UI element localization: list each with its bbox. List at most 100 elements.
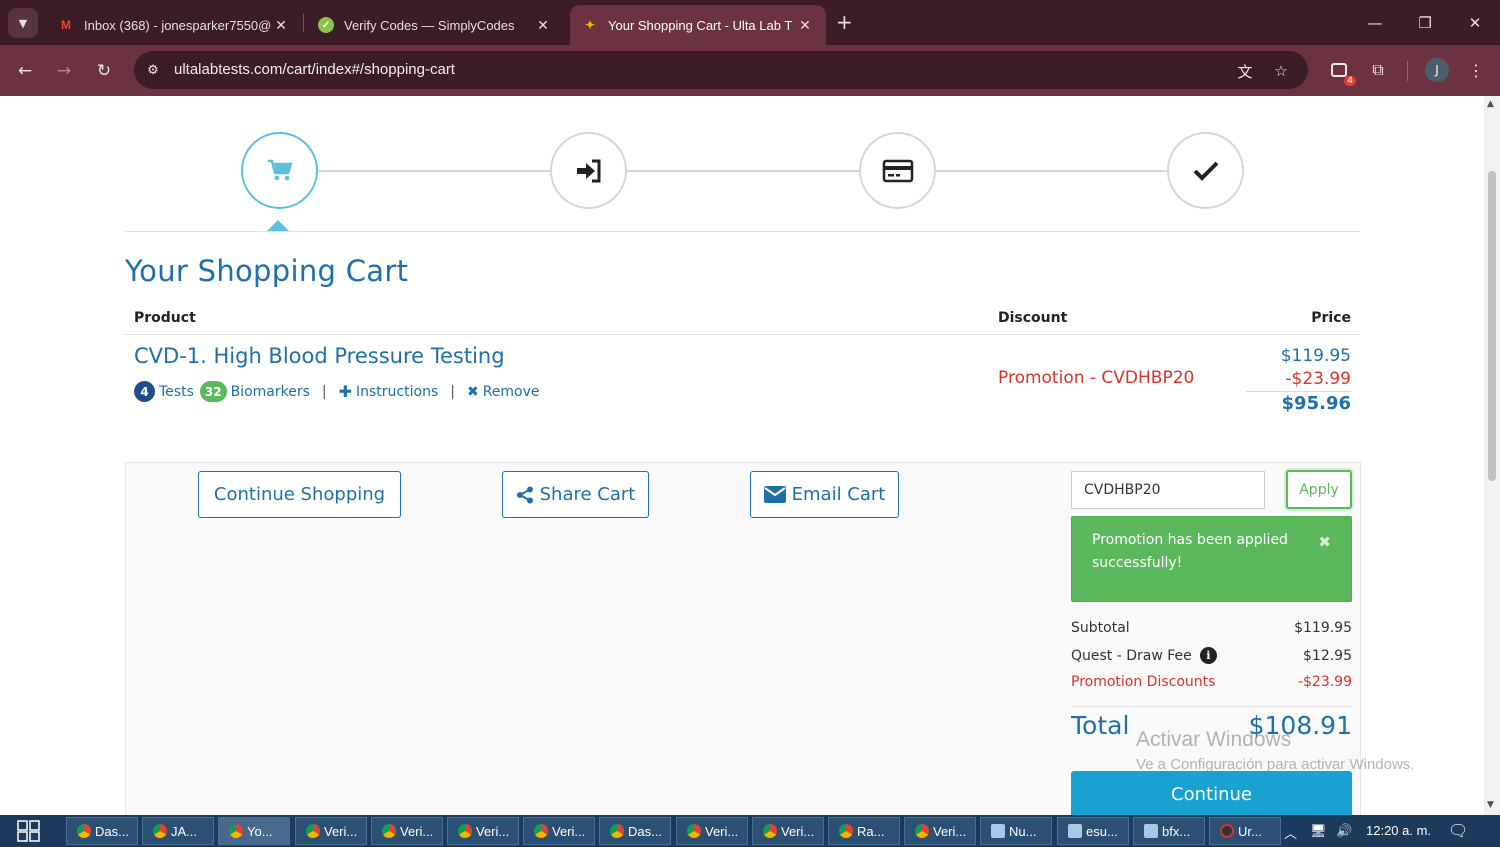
close-alert-icon[interactable]: ✖ [1318, 531, 1331, 554]
share-cart-button[interactable]: Share Cart [502, 471, 649, 518]
tab-search-dropdown-icon[interactable]: ▼ [8, 8, 38, 38]
windows-activation-watermark: Activar Windows [1136, 728, 1292, 751]
scroll-down-icon[interactable]: ▼ [1487, 800, 1494, 810]
volume-icon[interactable]: 🔊 [1336, 823, 1352, 839]
toolbar-divider [1407, 61, 1408, 81]
taskbar-button-label: Veri... [324, 823, 358, 839]
taskbar-button-label: Veri... [933, 823, 967, 839]
taskbar-button-label: Veri... [781, 823, 815, 839]
forward-icon[interactable]: → [49, 56, 79, 86]
subtotal-label: Subtotal [1071, 620, 1130, 636]
info-icon[interactable]: i [1199, 647, 1217, 664]
page-scrollbar[interactable]: ▲ ▼ [1484, 96, 1500, 815]
extensions-puzzle-icon[interactable]: ⧉ [1365, 57, 1391, 83]
close-tab-icon[interactable]: ✕ [272, 17, 290, 34]
tab-title: Inbox (368) - jonesparker7550@ [84, 17, 272, 33]
tests-count-badge: 4 [134, 381, 155, 402]
notepad-icon [1144, 824, 1158, 838]
taskbar-button-label: bfx... [1162, 823, 1191, 839]
bookmark-star-icon[interactable]: ☆ [1270, 60, 1292, 82]
clock[interactable]: 12:20 a. m. [1366, 823, 1431, 838]
extension-badge-icon[interactable]: 4 [1326, 57, 1356, 86]
tray-chevron-icon[interactable]: ︿ [1284, 823, 1297, 842]
promotion-discounts-row: Promotion Discounts -$23.99 [1071, 674, 1352, 690]
taskbar-button[interactable]: JA... [142, 817, 214, 845]
page-content: Your Shopping Cart Product Discount Pric… [0, 96, 1484, 815]
taskbar-button-label: Yo... [247, 823, 273, 839]
tab-simplycodes[interactable]: ✓ Verify Codes — SimplyCodes ✕ [306, 5, 564, 45]
taskbar-button[interactable]: Veri... [676, 817, 748, 845]
tab-gmail[interactable]: M Inbox (368) - jonesparker7550@ ✕ [46, 5, 302, 45]
chrome-icon [534, 824, 548, 838]
column-header-product: Product [134, 310, 196, 326]
address-bar[interactable]: ⚙ ultalabtests.com/cart/index#/shopping-… [134, 51, 1308, 89]
instructions-link[interactable]: ✚ Instructions [339, 382, 439, 401]
kebab-menu-icon[interactable]: ⋮ [1463, 57, 1489, 83]
restore-icon[interactable]: ❐ [1400, 0, 1450, 45]
email-cart-button[interactable]: Email Cart [750, 471, 899, 518]
browser-toolbar: ← → ↻ ⚙ ultalabtests.com/cart/index#/sho… [0, 45, 1500, 96]
biomarkers-link[interactable]: Biomarkers [231, 384, 310, 400]
apply-promo-button[interactable]: Apply [1286, 470, 1352, 509]
taskbar-button-label: Das... [628, 823, 662, 839]
taskbar-button-label: Das... [95, 823, 129, 839]
taskbar-button[interactable]: Nu... [980, 817, 1052, 845]
taskbar-button[interactable]: Veri... [523, 817, 595, 845]
taskbar-button[interactable]: Veri... [904, 817, 976, 845]
translate-icon[interactable]: 文 [1234, 60, 1256, 82]
cart-icon [267, 159, 293, 180]
scroll-up-icon[interactable]: ▲ [1487, 99, 1494, 109]
envelope-icon [763, 486, 786, 503]
profile-avatar[interactable]: J [1425, 58, 1449, 82]
continue-checkout-button[interactable]: Continue [1071, 771, 1352, 815]
new-tab-icon[interactable]: + [836, 10, 853, 34]
reload-icon[interactable]: ↻ [89, 56, 119, 86]
close-tab-icon[interactable]: ✕ [534, 17, 552, 34]
close-tab-icon[interactable]: ✕ [796, 17, 814, 34]
chrome-icon [763, 824, 777, 838]
taskbar-button[interactable]: Veri... [371, 817, 443, 845]
url-text[interactable]: ultalabtests.com/cart/index#/shopping-ca… [174, 61, 455, 78]
promotion-label: Promotion - CVDHBP20 [998, 368, 1195, 388]
chrome-icon [382, 824, 396, 838]
taskbar-button[interactable]: Das... [599, 817, 671, 845]
start-grid-icon[interactable] [14, 820, 44, 842]
taskbar-button[interactable]: Ur... [1209, 817, 1281, 845]
taskbar-button-label: Ra... [857, 823, 885, 839]
taskbar-button[interactable]: Das... [66, 817, 138, 845]
taskbar-button[interactable]: esu... [1057, 817, 1129, 845]
instructions-label: Instructions [356, 383, 439, 400]
taskbar-button-label: esu... [1086, 823, 1118, 839]
taskbar-button[interactable]: bfx... [1133, 817, 1205, 845]
tab-divider [303, 14, 304, 32]
network-icon[interactable]: 🖥 [1310, 823, 1327, 839]
tab-ulta-cart[interactable]: ✦ Your Shopping Cart - Ulta Lab T ✕ [570, 5, 826, 45]
close-window-icon[interactable]: ✕ [1450, 0, 1500, 45]
remove-link[interactable]: ✖ Remove [467, 384, 540, 400]
back-icon[interactable]: ← [10, 56, 40, 86]
subtotal-row: Subtotal $119.95 [1071, 620, 1352, 636]
step-cart [241, 132, 318, 209]
taskbar-button[interactable]: Veri... [447, 817, 519, 845]
minimize-icon[interactable]: — [1350, 0, 1400, 45]
taskbar-button[interactable]: Veri... [752, 817, 824, 845]
product-name-link[interactable]: CVD-1. High Blood Pressure Testing [134, 344, 505, 368]
notepad-icon [1068, 824, 1082, 838]
subtotal-value: $119.95 [1294, 620, 1352, 636]
taskbar-button[interactable]: Ra... [828, 817, 900, 845]
site-info-icon[interactable]: ⚙ [142, 59, 164, 81]
notifications-icon[interactable]: 🗨 [1448, 821, 1468, 841]
scrollbar-thumb[interactable] [1488, 171, 1496, 481]
promo-code-input[interactable] [1071, 471, 1265, 509]
step-payment [859, 132, 936, 209]
separator: | [450, 383, 455, 400]
taskbar-button[interactable]: Veri... [295, 817, 367, 845]
tests-link[interactable]: Tests [159, 384, 194, 400]
header-divider [125, 334, 1360, 335]
step-connector [936, 170, 1168, 172]
taskbar-button[interactable]: Yo... [218, 817, 290, 845]
continue-shopping-button[interactable]: Continue Shopping [198, 471, 401, 518]
tab-title: Verify Codes — SimplyCodes [344, 17, 515, 33]
credit-card-icon [882, 159, 913, 182]
step-connector [318, 170, 550, 172]
